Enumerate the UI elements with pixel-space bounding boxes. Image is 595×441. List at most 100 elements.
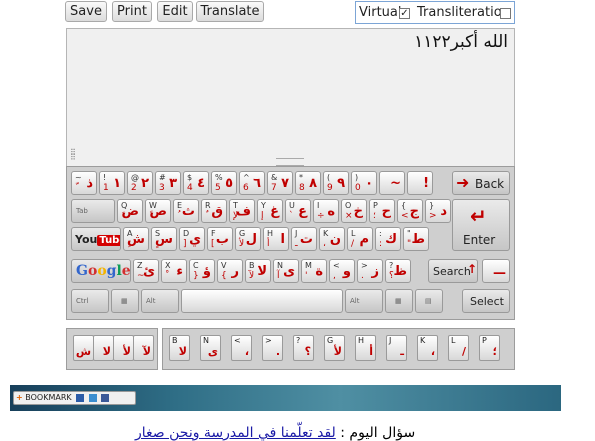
key-row1-11[interactable]: ~ [379, 171, 405, 195]
key-row1-0[interactable]: ~ذّ [71, 171, 97, 195]
key-row3-1[interactable]: Sسٍ [151, 227, 177, 251]
key-row3-8[interactable]: L م / [347, 227, 373, 251]
facebook-icon [101, 393, 110, 402]
key-row1-3-latin-label: # [159, 173, 166, 182]
panel-left-key-2[interactable]: ﻷ [113, 335, 134, 361]
bookmark-button[interactable]: + BOOKMARK [13, 391, 136, 405]
key-row4-5-latin-label: N [277, 261, 283, 270]
key-row4-8-latin-label: > [361, 261, 368, 270]
youtube-key[interactable]: YouTube [71, 227, 121, 251]
key-row4-6[interactable]: M ة ' [301, 259, 327, 283]
key-row1-4[interactable]: $٤ 4 [183, 171, 209, 195]
key-row2-7[interactable]: I ه ÷ [313, 199, 339, 223]
key-row4-3[interactable]: V ر { [217, 259, 243, 283]
panel-right-key-7[interactable]: Jـ [386, 335, 407, 361]
panel-right-key-0[interactable]: Bﻻ [169, 335, 190, 361]
panel-right-key-4[interactable]: ? ؟ [293, 335, 314, 361]
search-key[interactable]: Search ↑ [428, 259, 478, 283]
alt-key[interactable]: Alt [141, 289, 179, 313]
key-row4-9[interactable]: ? ظ ؟ [385, 259, 411, 283]
enter-key[interactable]: ↵ Enter [452, 199, 510, 251]
key-row2-1[interactable]: Wصً [145, 199, 171, 223]
space-key[interactable] [181, 289, 343, 313]
key-row2-2[interactable]: Eثُ [173, 199, 199, 223]
panel-right-key-8[interactable]: K ، [417, 335, 438, 361]
key-row3-3[interactable]: F ب[ [207, 227, 233, 251]
translate-button[interactable]: Translate [196, 1, 264, 22]
panel-right-key-1[interactable]: Nى [200, 335, 221, 361]
key-row2-10-main-label: ج [409, 204, 419, 219]
panel-left-key-2-label-m: ﻷ [122, 345, 131, 358]
key-row2-10[interactable]: {ج < [397, 199, 423, 223]
panel-right-key-2-label-l: < [234, 336, 241, 345]
menu-key[interactable]: ▤ [415, 289, 443, 313]
ctrl-key[interactable]: Ctrl [71, 289, 109, 313]
google-key[interactable]: Google [71, 259, 131, 283]
key-row4-2[interactable]: C ؤ} [189, 259, 215, 283]
text-editor[interactable]: الله أكبر١١٢٢ ⠿ ⠿ [66, 28, 515, 166]
key-row1-3[interactable]: #٣ 3 [155, 171, 181, 195]
key-row3-9[interactable]: :ك: [375, 227, 401, 251]
key-row1-9[interactable]: (٩ 9 [323, 171, 349, 195]
key-row1-2[interactable]: @٢ 2 [127, 171, 153, 195]
key-row3-5[interactable]: Hاأ [263, 227, 289, 251]
win-key-right[interactable]: ▦ [385, 289, 413, 313]
key-row4-1[interactable]: Xءْ [161, 259, 187, 283]
key-row1-5[interactable]: % ٥ 5 [211, 171, 237, 195]
key-row3-2[interactable]: D ي] [179, 227, 205, 251]
select-key[interactable]: Select [462, 289, 510, 313]
key-row2-10-latin-label: { [401, 201, 407, 210]
key-row1-1[interactable]: ! ١ 1 [99, 171, 125, 195]
key-row2-6[interactable]: U ع ` [285, 199, 311, 223]
panel-left-key-3[interactable]: ﻵ [133, 335, 154, 361]
question-link[interactable]: لقد تعلّمنا في المدرسة ونحن صغار [135, 425, 336, 441]
key-row3-7[interactable]: K ن ، [319, 227, 345, 251]
editor-splitter[interactable] [276, 158, 304, 166]
key-row4-5[interactable]: Nىآ [273, 259, 299, 283]
key-row3-0[interactable]: Aشِ [123, 227, 149, 251]
panel-right-key-10[interactable]: P ؛ [479, 335, 500, 361]
key-row2-4[interactable]: Tفﻹ [229, 199, 255, 223]
print-button[interactable]: Print [112, 1, 152, 22]
key-row4-8[interactable]: > ز. [357, 259, 383, 283]
key-row2-0[interactable]: Qضَ [117, 199, 143, 223]
key-row1-5-shift-label: 5 [215, 183, 221, 193]
key-row2-11[interactable]: } د > [425, 199, 451, 223]
key-row4-4[interactable]: B لا ﻵ [245, 259, 271, 283]
key-row1-7[interactable]: & ٧ 7 [267, 171, 293, 195]
key-row3-6[interactable]: Jتـ [291, 227, 317, 251]
panel-right-key-3[interactable]: >. [262, 335, 283, 361]
key-row1-6[interactable]: ^ ٦ 6 [239, 171, 265, 195]
panel-left-key-1[interactable]: ﻻ [93, 335, 114, 361]
panel-right-key-6[interactable]: Hأ [355, 335, 376, 361]
key-row1-12[interactable]: ! [407, 171, 433, 195]
backspace-key[interactable]: ➜ Back [452, 171, 510, 195]
transliteration-checkbox[interactable] [500, 8, 511, 19]
key-row2-8[interactable]: O خ × [341, 199, 367, 223]
save-button[interactable]: Save [65, 1, 107, 22]
key-row2-9[interactable]: P ح ؛ [369, 199, 395, 223]
key-extra[interactable]: — [482, 259, 510, 283]
key-row2-5[interactable]: Yغإ [257, 199, 283, 223]
virtual-checkbox[interactable]: ✓ [399, 8, 410, 19]
key-row2-3[interactable]: Rقٌ [201, 199, 227, 223]
panel-right-key-2[interactable]: < ، [231, 335, 252, 361]
key-row4-0[interactable]: Z ئ ~ [133, 259, 159, 283]
panel-right-key-9[interactable]: L / [448, 335, 469, 361]
key-row1-8[interactable]: * ٨ 8 [295, 171, 321, 195]
tab-key[interactable]: Tab [71, 199, 115, 223]
key-row1-10[interactable]: ) ٠ 0 [351, 171, 377, 195]
key-row3-4[interactable]: Gلﻷ [235, 227, 261, 251]
win-key[interactable]: ▦ [111, 289, 139, 313]
key-row3-10[interactable]: " ط " [403, 227, 429, 251]
key-row4-4-shift-label: ﻵ [249, 271, 255, 281]
key-row3-8-shift-label: / [351, 239, 355, 249]
key-row4-3-main-label: ر [231, 264, 239, 279]
key-row2-11-main-label: د [440, 204, 447, 219]
panel-right-key-5[interactable]: Gﻷ [324, 335, 345, 361]
alt-gr-key[interactable]: Alt [345, 289, 383, 313]
panel-left-key-0[interactable]: ش [73, 335, 94, 361]
edit-button[interactable]: Edit [157, 1, 193, 22]
key-row4-7[interactable]: < و, [329, 259, 355, 283]
resize-grip-icon[interactable]: ⠿ ⠿ [70, 149, 76, 162]
